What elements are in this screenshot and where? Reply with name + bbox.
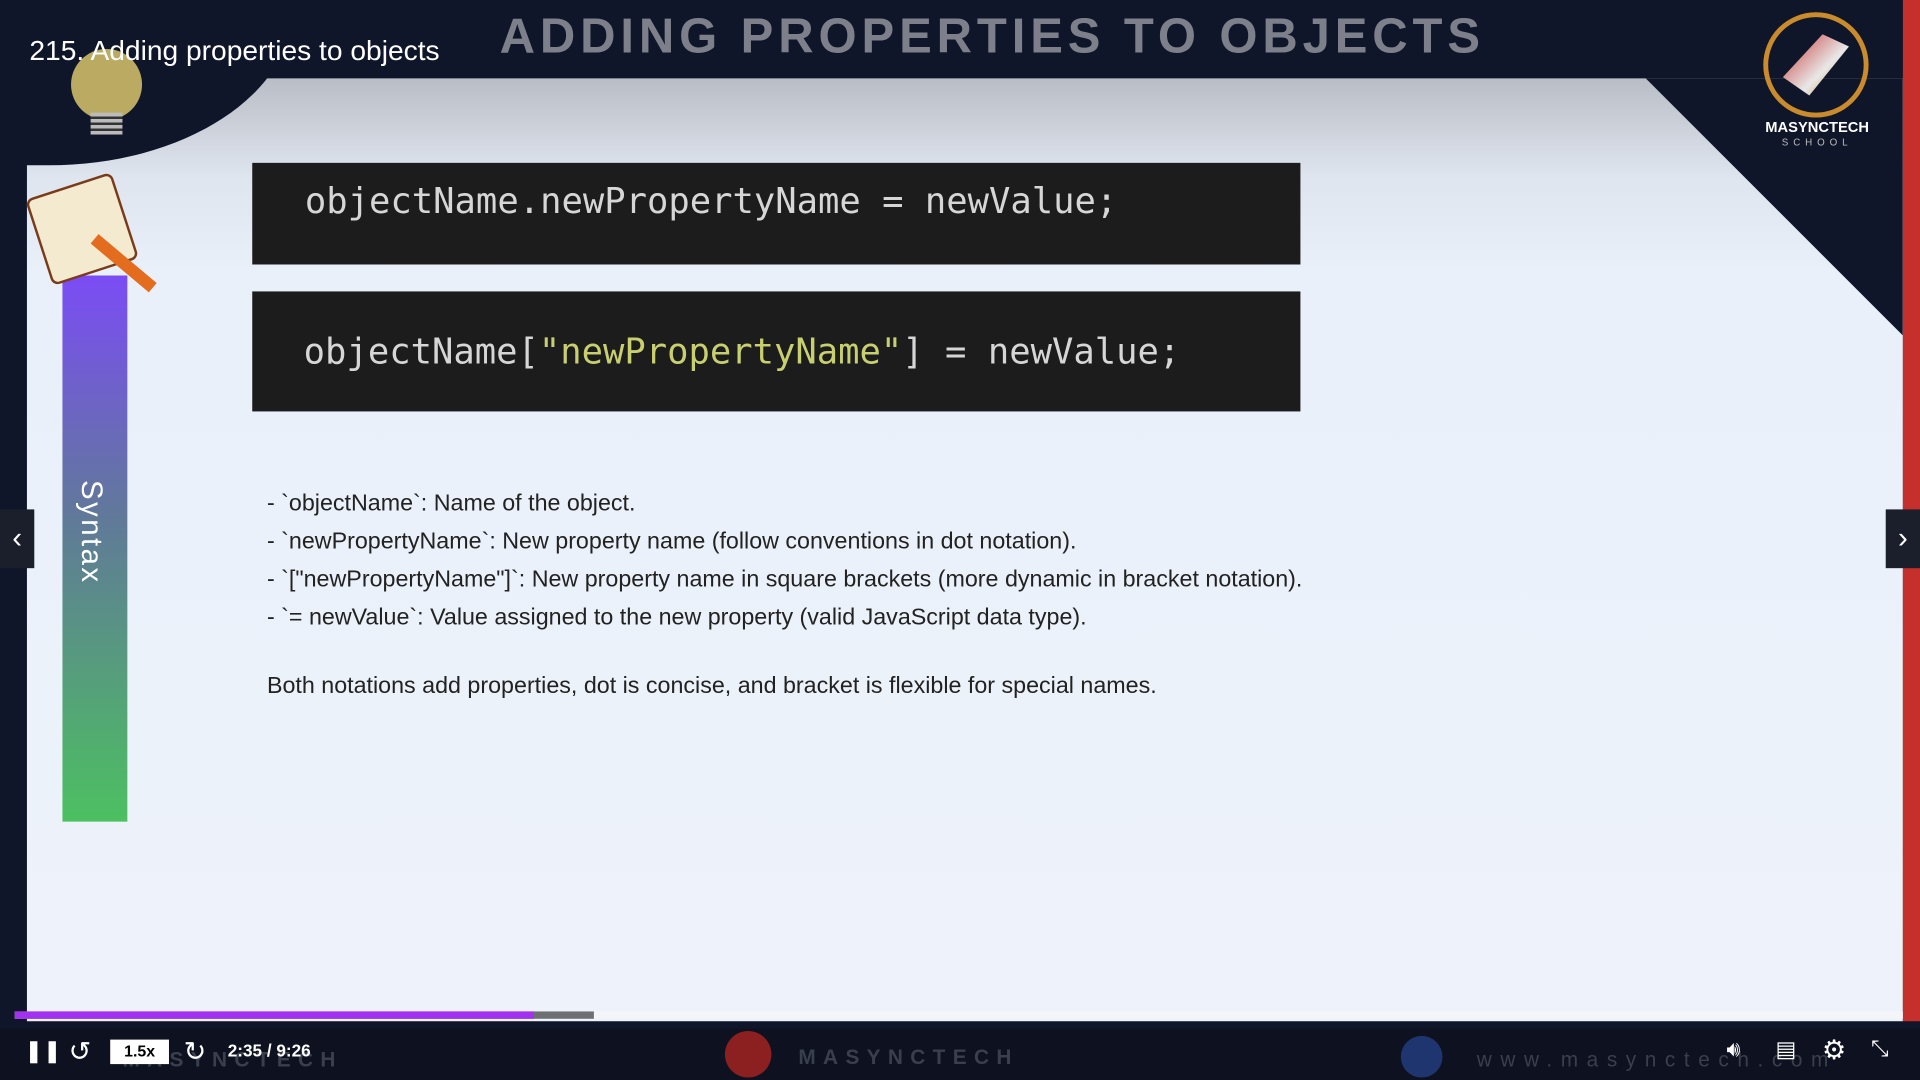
player-controls: MASYNCTECH MASYNCTECH www.masynctech.com…: [0, 1028, 1920, 1080]
logo-name: MASYNCTECH: [1765, 118, 1869, 136]
settings-gear-icon[interactable]: ⚙: [1822, 1035, 1846, 1067]
lightbulb-base-icon: [90, 112, 123, 135]
exit-fullscreen-icon[interactable]: ⤡: [1871, 1036, 1889, 1062]
code-dot-notation: objectName.newPropertyName = newValue;: [252, 162, 1301, 265]
slide-heading: ADDING PROPERTIES TO OBJECTS: [499, 9, 1485, 64]
bullet-item: - `["newPropertyName"]`: New property na…: [266, 566, 1303, 593]
next-lecture-button[interactable]: ›: [1885, 509, 1920, 569]
chevron-left-icon: ‹: [12, 521, 23, 555]
bullet-item: - `= newValue`: Value assigned to the ne…: [266, 604, 1087, 631]
chevron-right-icon: ›: [1897, 521, 1908, 555]
code-string: "newPropertyName": [538, 330, 903, 373]
syntax-label: Syntax: [74, 480, 108, 585]
playback-speed-button[interactable]: 1.5x: [110, 1039, 169, 1065]
summary-text: Both notations add properties, dot is co…: [266, 673, 1157, 700]
watermark-center: MASYNCTECH: [798, 1045, 1019, 1069]
bullet-list: - `objectName`: Name of the object. - `n…: [267, 485, 1302, 637]
code-part: ] = newValue;: [902, 330, 1181, 373]
progress-played: [14, 1011, 534, 1019]
video-title: 215. Adding properties to objects: [29, 34, 440, 67]
code-part: objectName[: [303, 330, 539, 373]
youtube-watermark-icon: [724, 1031, 772, 1078]
rewind-button[interactable]: ↺: [69, 1036, 92, 1068]
code-bracket-notation: objectName["newPropertyName"] = newValue…: [252, 291, 1301, 412]
bullet-item: - `newPropertyName`: New property name (…: [266, 528, 1077, 555]
volume-icon[interactable]: 🔊︎: [1727, 1037, 1741, 1063]
previous-lecture-button[interactable]: ‹: [0, 509, 35, 569]
bullet-item: - `objectName`: Name of the object.: [266, 491, 636, 517]
captions-icon[interactable]: ▤: [1776, 1037, 1797, 1063]
video-player[interactable]: ADDING PROPERTIES TO OBJECTS 215. Adding…: [0, 0, 1920, 1080]
forward-button[interactable]: ↻: [184, 1036, 207, 1068]
progress-bar[interactable]: [14, 1011, 1903, 1019]
masynctech-logo-icon: [1763, 12, 1869, 118]
logo-sub: SCHOOL: [1781, 137, 1853, 149]
time-display: 2:35 / 9:26: [227, 1040, 311, 1061]
pause-button[interactable]: ❚❚: [24, 1038, 61, 1064]
globe-watermark-icon: [1400, 1035, 1443, 1078]
